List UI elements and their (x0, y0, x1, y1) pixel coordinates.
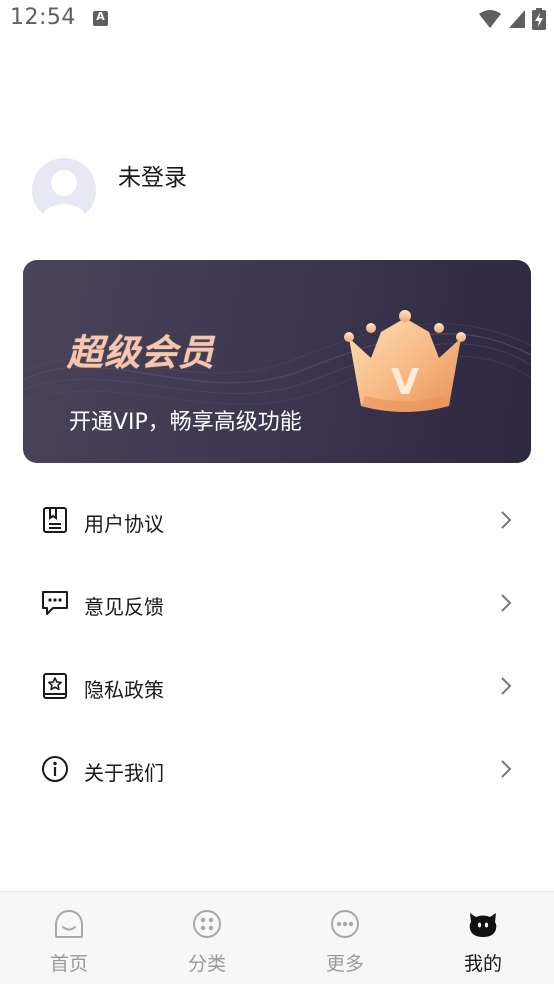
menu-item-feedback[interactable]: 意见反馈 (0, 561, 554, 644)
menu-item-about-us[interactable]: 关于我们 (0, 727, 554, 810)
vip-subtitle: 开通VIP，畅享高级功能 (69, 410, 302, 435)
document-icon (43, 507, 67, 533)
menu-item-label: 意见反馈 (84, 595, 164, 619)
chevron-right-icon (501, 677, 512, 695)
nav-tab-category[interactable]: 分类 (138, 892, 276, 984)
menu-item-label: 关于我们 (84, 761, 164, 785)
nav-tab-home[interactable]: 首页 (0, 892, 138, 984)
status-time: 12:54 (10, 5, 76, 30)
status-icons (478, 8, 546, 30)
vip-title: 超级会员 (67, 333, 216, 374)
signal-icon (509, 10, 525, 28)
default-avatar-icon[interactable] (32, 158, 96, 222)
menu-item-user-agreement[interactable]: 用户协议 (0, 478, 554, 561)
chevron-right-icon (501, 511, 512, 529)
info-icon (42, 756, 68, 782)
more-dots-icon (331, 910, 359, 938)
chevron-right-icon (501, 594, 512, 612)
category-dots-icon (193, 910, 221, 938)
chevron-right-icon (501, 760, 512, 778)
menu-item-privacy-policy[interactable]: 隐私政策 (0, 644, 554, 727)
menu-item-label: 隐私政策 (84, 678, 164, 702)
privacy-star-icon (43, 673, 67, 699)
nav-tab-label: 我的 (463, 953, 502, 975)
mine-cat-icon (469, 913, 497, 937)
feedback-icon (42, 591, 68, 615)
battery-charging-icon (532, 8, 546, 30)
avatar-silhouette (42, 170, 86, 222)
bottom-nav: 首页 分类 更多 我的 (0, 891, 554, 984)
nav-tab-mine[interactable]: 我的 (414, 892, 552, 984)
status-bar: 12:54 A (0, 0, 554, 38)
crown-icon: V (344, 310, 466, 412)
nav-tab-label: 更多 (325, 953, 364, 975)
nav-tab-label: 首页 (49, 953, 88, 975)
nav-tab-more[interactable]: 更多 (276, 892, 414, 984)
username-label[interactable]: 未登录 (118, 158, 187, 192)
menu-item-label: 用户协议 (84, 512, 164, 536)
nav-tab-label: 分类 (187, 953, 226, 975)
crown-letter: V (391, 362, 419, 403)
wifi-icon (479, 10, 501, 28)
notification-a-icon: A (93, 10, 108, 26)
home-face-icon (55, 909, 83, 938)
vip-card[interactable]: 超级会员 开通VIP，畅享高级功能 V (23, 260, 531, 463)
